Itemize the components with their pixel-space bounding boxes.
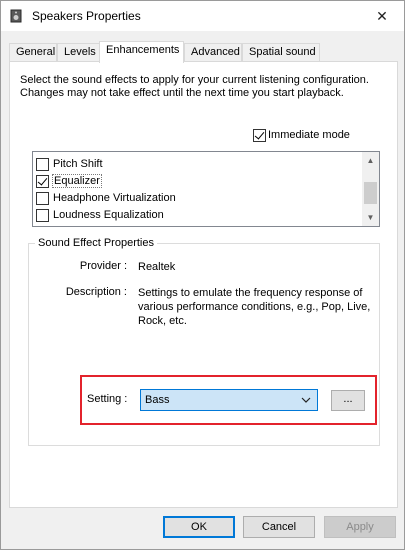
enhancements-description: Select the sound effects to apply for yo… bbox=[20, 74, 369, 99]
list-item-equalizer[interactable]: Equalizer bbox=[36, 173, 356, 190]
speaker-icon bbox=[10, 9, 22, 23]
scroll-down-icon[interactable]: ▼ bbox=[362, 209, 379, 226]
provider-value: Realtek bbox=[138, 261, 176, 273]
window-title: Speakers Properties bbox=[32, 9, 141, 23]
description-value: Settings to emulate the frequency respon… bbox=[138, 287, 371, 327]
setting-dropdown[interactable]: Bass bbox=[140, 389, 318, 411]
tab-enhancements[interactable]: Enhancements bbox=[99, 41, 184, 63]
effect-label: Loudness Equalization bbox=[53, 209, 164, 221]
cancel-button[interactable]: Cancel bbox=[243, 516, 315, 538]
checkbox-checked-icon[interactable] bbox=[253, 129, 266, 142]
setting-label: Setting : bbox=[87, 393, 128, 405]
setting-value: Bass bbox=[145, 394, 170, 406]
effect-label: Pitch Shift bbox=[53, 158, 103, 170]
speakers-properties-dialog: Speakers Properties ✕ General Levels Enh… bbox=[0, 0, 405, 550]
effect-label: Equalizer bbox=[52, 174, 102, 188]
effect-label: Headphone Virtualization bbox=[53, 192, 176, 204]
group-title: Sound Effect Properties bbox=[35, 237, 157, 249]
checkbox-unchecked-icon[interactable] bbox=[36, 209, 49, 222]
immediate-mode-label: Immediate mode bbox=[268, 129, 350, 141]
description-label: Description : bbox=[65, 286, 127, 298]
scroll-up-icon[interactable]: ▲ bbox=[362, 152, 379, 169]
checkbox-unchecked-icon[interactable] bbox=[36, 192, 49, 205]
tab-levels[interactable]: Levels bbox=[57, 43, 100, 62]
chevron-down-icon bbox=[301, 397, 311, 403]
tab-advanced[interactable]: Advanced bbox=[184, 43, 242, 62]
apply-button[interactable]: Apply bbox=[324, 516, 396, 538]
ok-button[interactable]: OK bbox=[163, 516, 235, 538]
scrollbar-thumb[interactable] bbox=[364, 182, 377, 204]
list-item-pitch-shift[interactable]: Pitch Shift bbox=[36, 156, 356, 173]
title-bar: Speakers Properties ✕ bbox=[1, 1, 404, 31]
close-button[interactable]: ✕ bbox=[360, 1, 404, 31]
list-scrollbar[interactable]: ▲ ▼ bbox=[362, 152, 379, 226]
effects-list[interactable]: Pitch Shift Equalizer Headphone Virtuali… bbox=[32, 151, 380, 227]
list-item-loudness-equalization[interactable]: Loudness Equalization bbox=[36, 207, 356, 224]
checkbox-checked-icon[interactable] bbox=[36, 175, 49, 188]
close-icon: ✕ bbox=[376, 7, 388, 24]
checkbox-unchecked-icon[interactable] bbox=[36, 158, 49, 171]
tab-general[interactable]: General bbox=[9, 43, 57, 62]
tab-spatial-sound[interactable]: Spatial sound bbox=[242, 43, 320, 62]
list-item-headphone-virtualization[interactable]: Headphone Virtualization bbox=[36, 190, 356, 207]
more-settings-button[interactable]: ... bbox=[331, 390, 365, 411]
provider-label: Provider : bbox=[79, 260, 127, 272]
